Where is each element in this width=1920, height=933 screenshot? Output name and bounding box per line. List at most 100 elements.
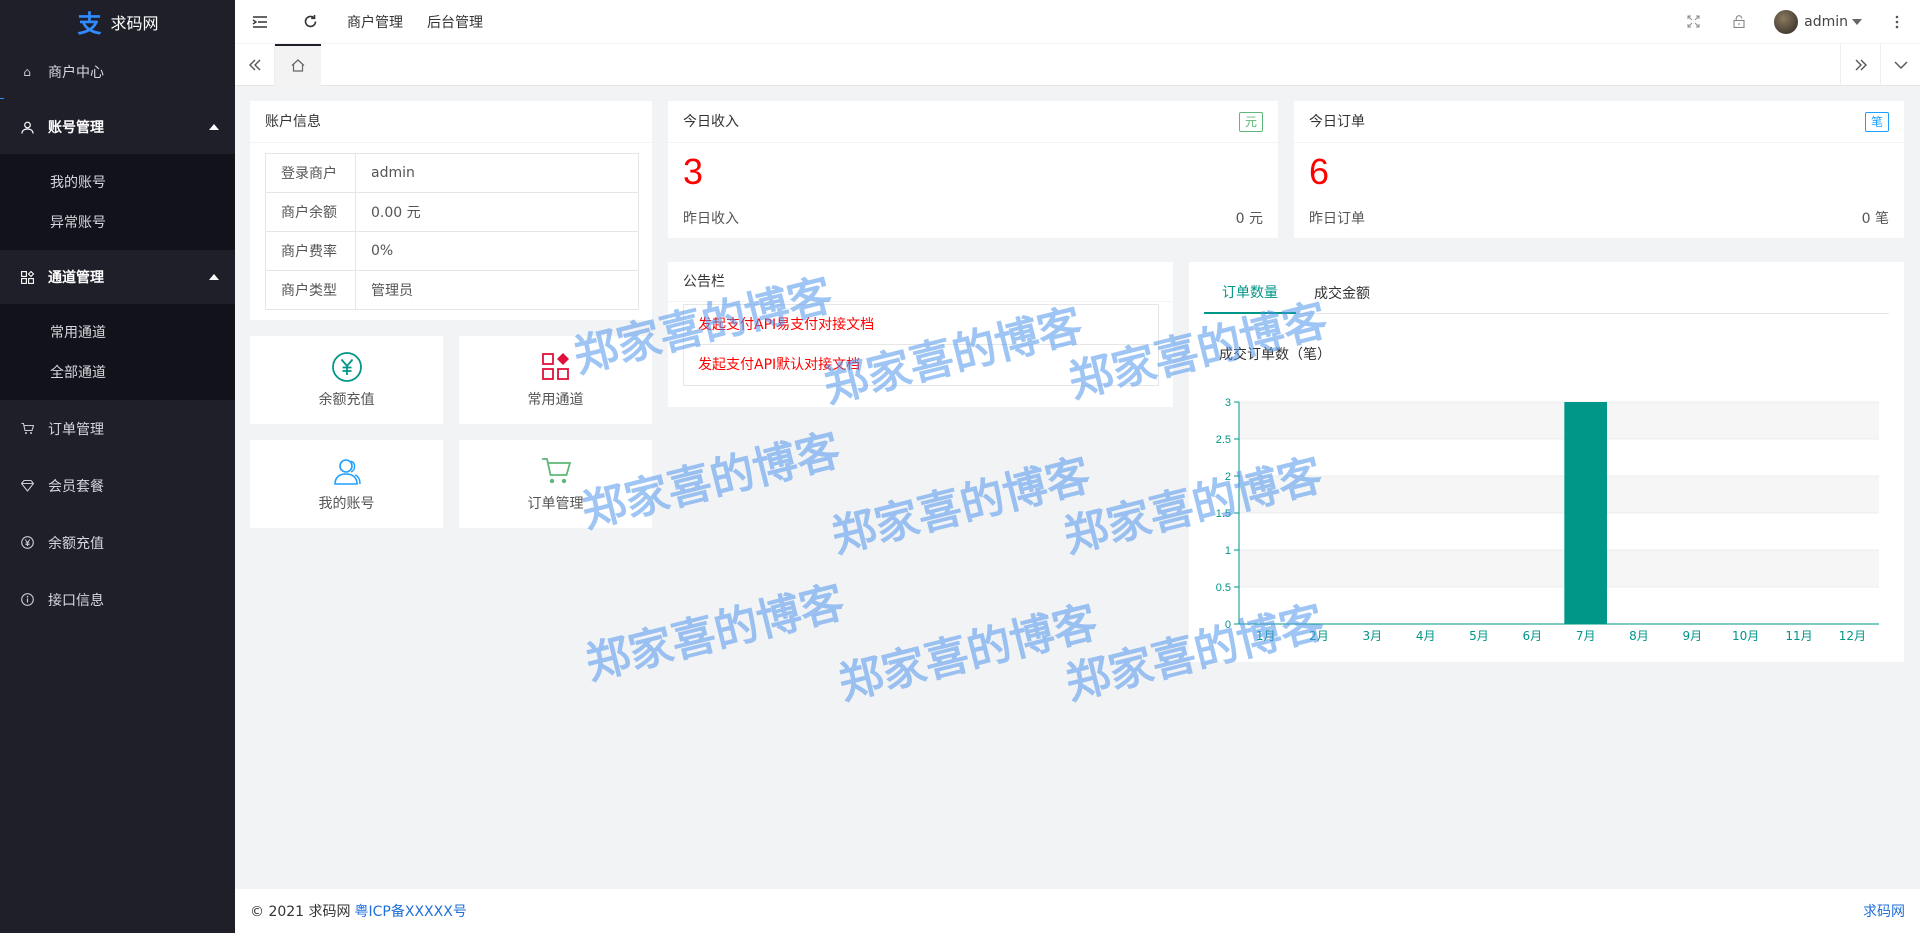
card-title: 公告栏 [668,262,1173,302]
row-value: 0.00 元 [355,192,639,232]
shortcut-label: 常用通道 [527,392,584,408]
users-icon [331,455,363,487]
card-title: 今日收入 元 [668,101,1278,143]
sidebar-item-label: 接口信息 [48,592,104,609]
sidebar-item-recharge[interactable]: 余额充值 [0,514,235,571]
more-vertical-icon[interactable] [1874,0,1920,43]
tab-home[interactable] [275,43,321,86]
y-tick-label: 1 [1225,545,1231,557]
submenu-account: 我的账号 异常账号 [0,154,235,250]
today-orders-card: 今日订单 笔 6 昨日订单 0 笔 [1294,101,1904,238]
sidebar-item-membership[interactable]: 会员套餐 [0,457,235,514]
sidebar-item-label: 商户中心 [48,64,104,81]
x-tick-label: 11月 [1785,629,1812,643]
x-tick-label: 8月 [1629,629,1649,643]
yen-circle-icon [331,351,363,383]
sidebar-item-api-info[interactable]: 接口信息 [0,571,235,628]
sidebar-item-order-management[interactable]: 订单管理 [0,400,235,457]
sidebar-item-label: 订单管理 [48,421,104,438]
tabs-right-controls [1840,43,1920,86]
y-tick-label: 0 [1225,619,1231,631]
row-value: 管理员 [355,270,639,310]
row-value: admin [355,153,639,193]
row-key: 商户余额 [265,192,356,232]
sidebar-item-channel-management[interactable]: 通道管理 [0,250,235,304]
diamond-icon [20,479,34,493]
y-tick-label: 3 [1225,397,1231,409]
table-row: 商户费率 0% [265,231,639,271]
grid-band [1239,402,1879,439]
grid-band [1239,550,1879,587]
x-tick-label: 4月 [1416,629,1436,643]
shortcut-label: 我的账号 [318,496,375,512]
app-name: 求码网 [110,13,159,33]
sidebar-item-abnormal-account[interactable]: 异常账号 [0,202,235,242]
card-title: 今日订单 笔 [1294,101,1904,143]
user-icon [20,120,34,134]
grid-band [1239,513,1879,550]
watermark-text: 郑家喜的博客 [826,449,1096,564]
footer-site-link[interactable]: 求码网 [1863,901,1905,921]
row-value: 0% [355,231,639,271]
unit-badge: 元 [1238,112,1263,132]
caret-up-icon [209,274,219,280]
sidebar-item-account-management[interactable]: 账号管理 [0,100,235,154]
unit-badge: 笔 [1864,112,1889,132]
table-row: 商户类型 管理员 [265,270,639,310]
shortcut-label: 余额充值 [318,392,375,408]
lock-icon[interactable] [1716,0,1762,43]
row-key: 登录商户 [265,153,356,193]
header-link-admin[interactable]: 后台管理 [415,12,495,32]
card-title-text: 今日收入 [683,114,739,130]
row-key: 商户类型 [265,270,356,310]
refresh-icon[interactable] [285,0,335,43]
home-icon: ⌂ [23,64,31,79]
yesterday-income-value: 0 元 [1235,211,1263,227]
x-tick-label: 3月 [1363,629,1383,643]
user-menu[interactable]: admin [1762,9,1874,34]
x-tick-label: 1月 [1256,629,1276,643]
shortcut-common-channel[interactable]: 常用通道 [459,336,652,424]
notice-list: 发起支付API易支付对接文档 发起支付API默认对接文档 [683,304,1159,386]
header-right: admin [1670,0,1920,43]
page-tabs-bar [235,43,1920,86]
tabs-scroll-right-icon[interactable] [1840,43,1880,86]
footer: © 2021 求码网 粤ICP备XXXXX号 求码网 [235,889,1920,933]
notice-link[interactable]: 发起支付API易支付对接文档 [684,305,1158,345]
top-header: 商户管理 后台管理 admin [235,0,1920,43]
grid-band [1239,587,1879,624]
tabs-menu-chevron-down-icon[interactable] [1880,43,1920,86]
shortcut-recharge[interactable]: 余额充值 [250,336,443,424]
menu-toggle-icon[interactable] [235,0,285,43]
account-info-table: 登录商户 admin 商户余额 0.00 元 商户费率 0% 商户类型 管理员 [265,153,639,310]
sidebar-item-label: 余额充值 [48,535,104,552]
fullscreen-icon[interactable] [1670,0,1716,43]
shortcut-label: 订单管理 [527,496,584,512]
notice-board-card: 公告栏 发起支付API易支付对接文档 发起支付API默认对接文档 [668,262,1173,407]
notice-link[interactable]: 发起支付API默认对接文档 [684,345,1158,385]
shortcut-order-management[interactable]: 订单管理 [459,440,652,528]
shortcut-my-account[interactable]: 我的账号 [250,440,443,528]
sidebar-item-label: 账号管理 [48,120,104,136]
chart-card: 订单数量 成交金额 成交订单数（笔） 0 0.5 1 1.5 2 2.5 3 1月 2月 3月 4月… [1189,262,1904,662]
sidebar-item-all-channel[interactable]: 全部通道 [0,352,235,392]
grid-icon [20,270,34,284]
logo[interactable]: 支 求码网 [0,0,235,43]
grid-band [1239,476,1879,513]
header-link-merchant[interactable]: 商户管理 [335,12,415,32]
card-title: 账户信息 [250,101,652,143]
grid-band [1239,439,1879,476]
sidebar-item-merchant-center[interactable]: ⌂ 商户中心 [0,43,235,100]
x-tick-label: 2月 [1309,629,1329,643]
sidebar-item-label: 会员套餐 [48,478,104,495]
yen-icon [20,536,34,550]
sidebar-item-common-channel[interactable]: 常用通道 [0,312,235,352]
sidebar-item-my-account[interactable]: 我的账号 [0,162,235,202]
x-tick-label: 7月 [1576,629,1596,643]
y-tick-label: 1.5 [1216,508,1231,520]
tabs-scroll-left-icon[interactable] [235,43,275,86]
bar [1564,402,1607,624]
cart-icon [540,455,572,487]
icp-link[interactable]: 粤ICP备XXXXX号 [355,901,467,921]
logo-icon: 支 [77,10,102,38]
